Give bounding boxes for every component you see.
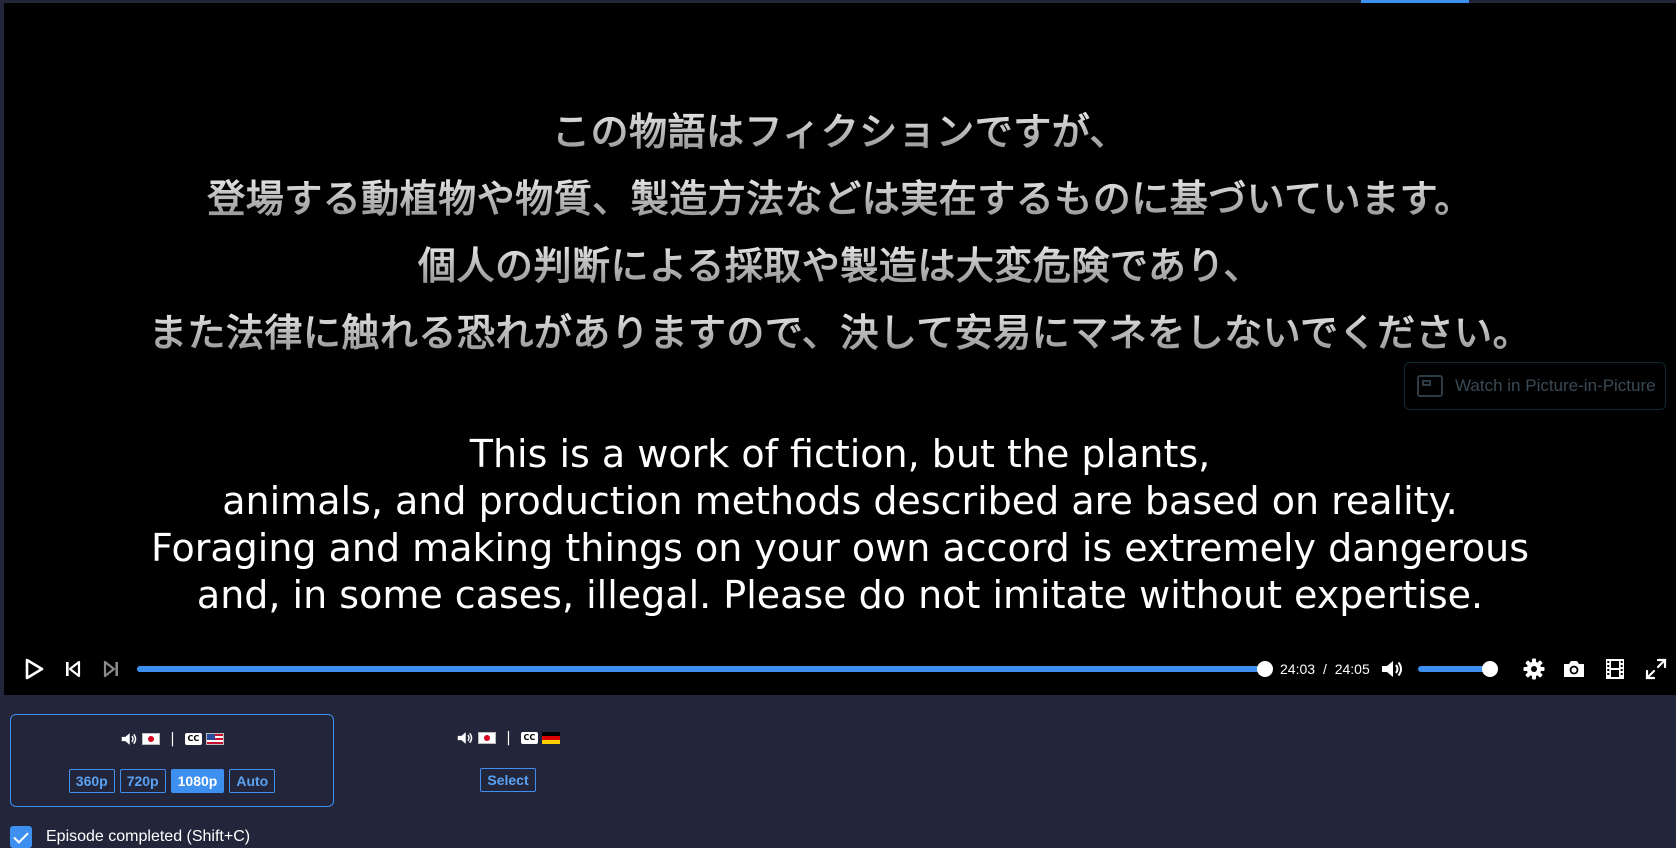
quality-auto-button[interactable]: Auto xyxy=(229,769,276,793)
time-current: 24:03 xyxy=(1280,661,1316,677)
time-total: 24:05 xyxy=(1334,661,1370,677)
fullscreen-button[interactable] xyxy=(1642,648,1670,690)
subtitle-jp-line-2: 登場する動植物や物質、製造方法などは実在するものに基づいています。 xyxy=(4,168,1676,223)
subtitle-en-line-3: Foraging and making things on your own a… xyxy=(150,526,1529,570)
source-option[interactable]: | CC Select xyxy=(346,714,670,807)
subtitle-en-line-1: This is a work of fiction, but the plant… xyxy=(469,432,1211,476)
skip-previous-icon xyxy=(66,660,81,678)
picture-in-picture-button[interactable]: Watch in Picture-in-Picture xyxy=(1404,362,1666,410)
source-languages: | CC xyxy=(11,731,333,747)
fullscreen-icon xyxy=(1645,658,1667,680)
audio-icon xyxy=(121,733,137,745)
japan-flag-icon xyxy=(142,733,161,745)
settings-button[interactable] xyxy=(1520,648,1548,690)
player-controls: 24:03 / 24:05 xyxy=(4,648,1676,690)
select-source-button[interactable]: Select xyxy=(480,768,536,792)
subtitle-jp-line-4: また法律に触れる恐れがありますので、決して安易にマネをしないでください。 xyxy=(4,302,1676,357)
film-strip-icon xyxy=(1606,659,1624,679)
skip-next-icon xyxy=(103,660,118,678)
video-player[interactable]: この物語はフィクションですが、 登場する動植物や物質、製造方法などは実在するもの… xyxy=(4,3,1676,695)
usa-flag-icon xyxy=(205,733,224,745)
subtitle-en-line-4: and, in some cases, illegal. Please do n… xyxy=(196,573,1484,617)
volume-slider-thumb[interactable] xyxy=(1482,661,1498,677)
germany-flag-icon xyxy=(541,732,560,744)
mute-button[interactable] xyxy=(1378,648,1406,690)
quality-720p-button[interactable]: 720p xyxy=(119,769,166,793)
subtitle-jp-line-3: 個人の判断による採取や製造は大変危険であり、 xyxy=(4,235,1676,290)
film-strip-button[interactable] xyxy=(1601,648,1629,690)
picture-in-picture-label: Watch in Picture-in-Picture xyxy=(1455,376,1656,395)
quality-1080p-button[interactable]: 1080p xyxy=(170,769,225,793)
source-select-area: Select xyxy=(346,768,670,792)
episode-completed-toggle[interactable]: Episode completed (Shift+C) xyxy=(10,826,250,848)
screenshot-button[interactable] xyxy=(1560,648,1588,690)
closed-captions-icon: CC xyxy=(184,733,202,745)
separator: | xyxy=(170,731,175,747)
seek-bar-thumb[interactable] xyxy=(1257,661,1274,677)
time-separator: / xyxy=(1322,661,1327,677)
separator: | xyxy=(506,730,511,746)
volume-icon xyxy=(1382,661,1402,677)
time-display: 24:03 / 24:05 xyxy=(1280,648,1370,690)
seek-bar-fill xyxy=(137,666,1266,672)
episode-completed-checkbox[interactable] xyxy=(10,826,32,848)
previous-button[interactable] xyxy=(60,648,86,690)
next-button[interactable] xyxy=(98,648,124,690)
japan-flag-icon xyxy=(478,732,497,744)
picture-in-picture-icon xyxy=(1417,375,1443,397)
subtitle-jp-line-1: この物語はフィクションですが、 xyxy=(4,101,1676,156)
seek-bar[interactable] xyxy=(137,661,1274,677)
quality-options: 360p 720p 1080p Auto xyxy=(11,769,333,793)
play-icon xyxy=(25,658,44,680)
quality-360p-button[interactable]: 360p xyxy=(68,769,115,793)
gear-icon xyxy=(1523,658,1545,680)
source-languages: | CC xyxy=(346,730,670,746)
camera-icon xyxy=(1564,661,1584,677)
closed-captions-icon: CC xyxy=(520,732,538,744)
play-button[interactable] xyxy=(20,648,48,690)
subtitle-en-line-2: animals, and production methods describe… xyxy=(222,479,1458,523)
audio-icon xyxy=(457,732,473,744)
volume-slider[interactable] xyxy=(1418,661,1498,677)
source-option-selected[interactable]: | CC 360p 720p 1080p Auto xyxy=(10,714,334,807)
episode-completed-label: Episode completed (Shift+C) xyxy=(46,828,251,845)
